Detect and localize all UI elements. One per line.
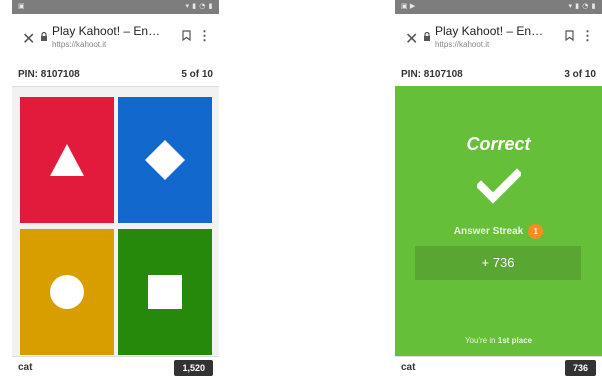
browser-toolbar: ✕ Play Kahoot! – En… https://kahoot.it ⋮ bbox=[395, 14, 602, 65]
triangle-icon bbox=[50, 144, 84, 176]
player-bar: cat 736 bbox=[395, 356, 602, 379]
close-icon[interactable]: ✕ bbox=[22, 29, 35, 49]
page-url[interactable]: https://kahoot.it bbox=[435, 40, 489, 49]
lock-icon bbox=[424, 32, 430, 41]
score-badge: 1,520 bbox=[174, 360, 213, 376]
lock-icon bbox=[41, 32, 47, 41]
close-icon[interactable]: ✕ bbox=[405, 29, 418, 49]
rank-prefix: You're in bbox=[464, 336, 496, 345]
game-info-bar: PIN: 8107108 5 of 10 bbox=[12, 64, 219, 87]
rank-text: You're in 1st place bbox=[395, 336, 602, 345]
answer-button-circle[interactable] bbox=[20, 229, 114, 355]
status-bar: ▣ ▾ ▮ ◔ ▮ bbox=[12, 0, 219, 14]
result-heading: Correct bbox=[466, 134, 531, 154]
player-name: cat bbox=[18, 362, 33, 373]
diamond-icon bbox=[145, 140, 185, 180]
browser-toolbar: ✕ Play Kahoot! – En… https://kahoot.it ⋮ bbox=[12, 14, 219, 65]
bookmark-icon[interactable] bbox=[182, 30, 191, 41]
answer-button-square[interactable] bbox=[118, 229, 212, 355]
streak-count-badge: 1 bbox=[528, 224, 544, 239]
answer-button-diamond[interactable] bbox=[118, 97, 212, 223]
system-status-icons: ▾ ▮ ◔ ▮ bbox=[185, 2, 213, 10]
notification-icons: ▣ ▶ bbox=[401, 2, 416, 10]
more-vert-icon[interactable]: ⋮ bbox=[581, 28, 594, 44]
score-badge: 736 bbox=[564, 360, 596, 376]
streak-label: Answer Streak bbox=[453, 226, 524, 238]
correct-result-panel: Correct Answer Streak 1 + 736 You're in 1… bbox=[395, 86, 602, 357]
checkmark-icon bbox=[476, 168, 521, 204]
player-bar: cat 1,520 bbox=[12, 356, 219, 379]
circle-icon bbox=[50, 275, 84, 309]
page-url[interactable]: https://kahoot.it bbox=[52, 40, 106, 49]
points-earned: + 736 bbox=[415, 246, 581, 280]
game-info-bar: PIN: 8107108 3 of 10 bbox=[395, 64, 602, 87]
player-name: cat bbox=[401, 362, 416, 373]
more-vert-icon[interactable]: ⋮ bbox=[198, 28, 211, 44]
notification-icons: ▣ bbox=[18, 2, 25, 10]
square-icon bbox=[148, 275, 182, 309]
rank-place: 1st place bbox=[497, 336, 533, 345]
answer-button-triangle[interactable] bbox=[20, 97, 114, 223]
system-status-icons: ▾ ▮ ◔ ▮ bbox=[568, 2, 596, 10]
page-title: Play Kahoot! – En… bbox=[52, 24, 161, 38]
bookmark-icon[interactable] bbox=[565, 30, 574, 41]
answer-streak: Answer Streak 1 bbox=[395, 224, 602, 239]
question-counter: 3 of 10 bbox=[564, 69, 596, 80]
left-phone-screen: ▣ ▾ ▮ ◔ ▮ ✕ Play Kahoot! – En… https://k… bbox=[12, 0, 219, 379]
status-bar: ▣ ▶ ▾ ▮ ◔ ▮ bbox=[395, 0, 602, 14]
game-pin: PIN: 8107108 bbox=[18, 69, 80, 80]
right-phone-screen: ▣ ▶ ▾ ▮ ◔ ▮ ✕ Play Kahoot! – En… https:/… bbox=[395, 0, 602, 379]
game-pin: PIN: 8107108 bbox=[401, 69, 463, 80]
page-title: Play Kahoot! – En… bbox=[435, 24, 544, 38]
question-counter: 5 of 10 bbox=[181, 69, 213, 80]
